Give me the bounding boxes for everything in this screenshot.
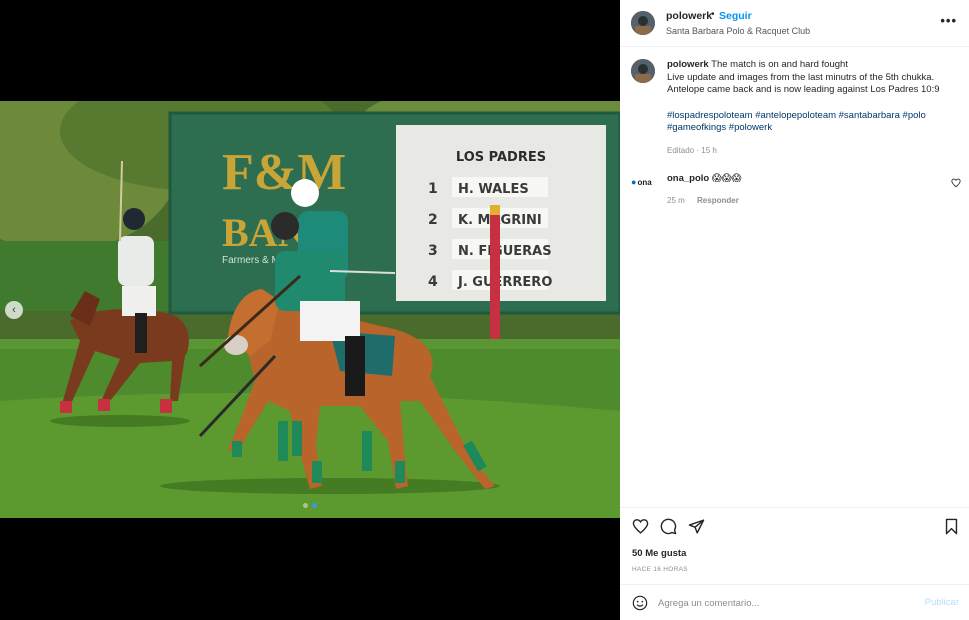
board-row-number: 4 xyxy=(428,274,438,290)
carousel-prev-button[interactable]: ‹ xyxy=(5,301,23,319)
carousel-dot xyxy=(303,503,308,508)
board-row-name: N. FIGUERAS xyxy=(458,244,552,259)
follow-button[interactable]: Seguir xyxy=(719,10,752,22)
caption-hashtags[interactable]: #lospadrespoloteam #antelopepoloteam #sa… xyxy=(667,110,962,135)
likes-count[interactable]: 50 Me gusta xyxy=(632,548,686,559)
polo-match-image: F&M BANK Farmers & Merchants LOS PADRES … xyxy=(0,101,620,518)
caption-avatar[interactable] xyxy=(631,59,655,83)
comment-bubble-icon[interactable] xyxy=(660,518,677,535)
sign-brand-top: F&M xyxy=(222,144,346,201)
comment-input[interactable] xyxy=(658,594,908,612)
caption-line-1: The match is on and hard fought xyxy=(711,59,848,70)
reply-button[interactable]: Responder xyxy=(697,196,739,205)
commenter-avatar[interactable]: ● ona xyxy=(631,173,655,191)
carousel-dot xyxy=(312,503,317,508)
more-options-icon[interactable]: ••• xyxy=(940,13,957,28)
post-photo[interactable]: F&M BANK Farmers & Merchants LOS PADRES … xyxy=(0,101,620,518)
author-avatar[interactable] xyxy=(631,11,655,35)
comment-time: 25 m xyxy=(667,196,685,205)
share-paper-plane-icon[interactable] xyxy=(688,518,705,535)
board-row-name: H. WALES xyxy=(458,182,529,197)
emoji-smiley-icon[interactable] xyxy=(632,595,648,611)
header-separator: • xyxy=(711,9,715,20)
post-side-panel: polowerk • Seguir Santa Barbara Polo & R… xyxy=(620,0,969,620)
comment-text: 😱😱😱 xyxy=(711,173,742,184)
commenter-username[interactable]: ona_polo xyxy=(667,173,709,184)
post-actions: 50 Me gusta HACE 16 HORAS xyxy=(620,507,969,584)
board-row-name: J. GUERRERO xyxy=(457,275,552,290)
post-timestamp: HACE 16 HORAS xyxy=(632,566,688,573)
publish-button[interactable]: Publicar xyxy=(925,597,959,608)
edited-timestamp: Editado · 15 h xyxy=(667,146,717,155)
add-comment-bar: Publicar xyxy=(620,584,969,620)
comment-like-heart-icon[interactable] xyxy=(951,178,961,188)
save-bookmark-icon[interactable] xyxy=(943,518,960,535)
author-username[interactable]: polowerk xyxy=(666,10,712,22)
caption-username[interactable]: polowerk xyxy=(667,59,709,70)
media-viewer: F&M BANK Farmers & Merchants LOS PADRES … xyxy=(0,0,620,620)
board-row-number: 2 xyxy=(428,212,438,228)
post-location[interactable]: Santa Barbara Polo & Racquet Club xyxy=(666,26,810,36)
board-row-number: 3 xyxy=(428,243,438,259)
chevron-left-icon: ‹ xyxy=(12,304,16,316)
board-title: LOS PADRES xyxy=(456,150,546,165)
carousel-indicator xyxy=(0,503,620,508)
board-row-number: 1 xyxy=(428,181,438,197)
caption-line-2: Live update and images from the last min… xyxy=(667,71,935,83)
caption-line-3: Antelope came back and is now leading ag… xyxy=(667,84,940,95)
like-heart-icon[interactable] xyxy=(632,518,649,535)
post-header: polowerk • Seguir Santa Barbara Polo & R… xyxy=(620,0,969,47)
